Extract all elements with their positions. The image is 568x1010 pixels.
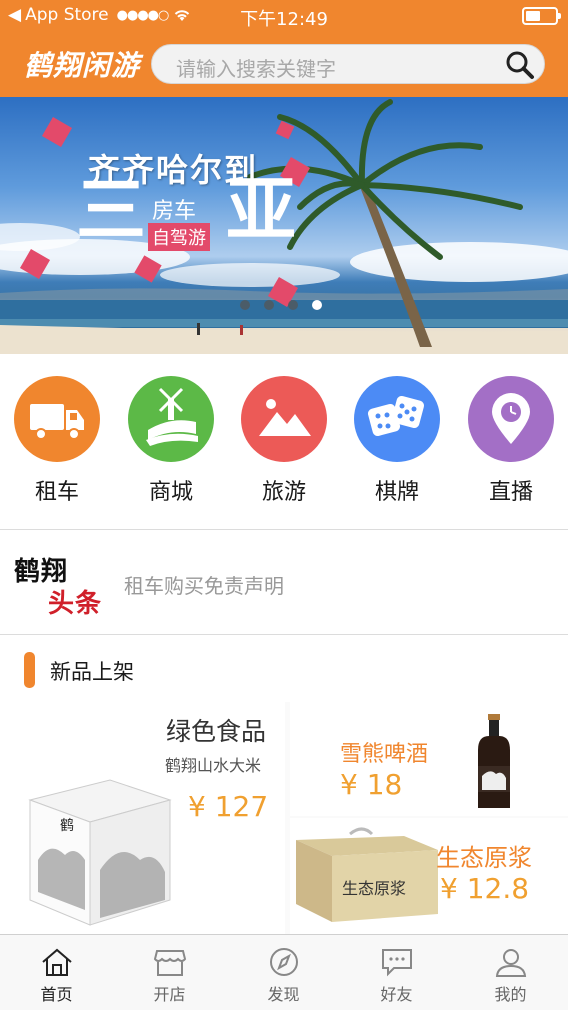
section-title: 新品上架 [50,660,134,684]
category-live[interactable]: 直播 [468,376,554,506]
category-label: 旅游 [261,480,306,505]
tab-open-shop[interactable]: 开店 [113,935,226,1010]
product-price: ¥ 12.8 [440,872,530,905]
windmill-field-icon [128,376,214,462]
tab-label: 好友 [380,985,413,1004]
user-icon [495,949,526,977]
product-title: 生态原浆 [436,844,532,872]
battery-icon [522,7,561,25]
search-input[interactable]: 请输入搜索关键字 [151,44,545,84]
tab-label: 首页 [40,985,73,1004]
product-grid: 鹤 绿色食品 鹤翔山水大米 ¥ 127 雪熊啤酒 ¥ 18 生态原浆 生态原浆 … [0,702,568,934]
category-grid: 租车 商城 旅游 棋牌 直播 [0,354,568,530]
app-screen: ◀ App Store ●●●●○ 下午12:49 鹤翔闲游 请输入搜索关键字 [0,0,568,1010]
svg-text:鹤: 鹤 [60,818,74,834]
category-label: 直播 [488,480,533,505]
product-price: ¥ 18 [340,768,403,801]
category-label: 棋牌 [374,480,419,505]
tab-label: 发现 [267,985,300,1004]
app-logo: 鹤翔闲游 [24,49,141,82]
pagination-dot[interactable] [240,300,250,310]
tab-friends[interactable]: 好友 [340,935,453,1010]
box-label: 生态原浆 [342,879,406,898]
rice-box-image: 鹤 [28,779,172,926]
banner-big-right: 亚 [226,169,296,251]
product-card-liquor[interactable]: 生态原浆 生态原浆 ¥ 12.8 [290,818,568,934]
banner-tag: 自驾游 [148,223,210,251]
shop-icon [153,950,186,976]
pagination-dot-active[interactable] [312,300,322,310]
top-bar: ◀ App Store ●●●●○ 下午12:49 鹤翔闲游 请输入搜索关键字 [0,0,568,97]
category-mall[interactable]: 商城 [128,376,214,506]
compass-icon [269,948,298,976]
category-travel[interactable]: 旅游 [241,376,327,506]
tab-label: 开店 [153,985,186,1004]
pagination-dot[interactable] [288,300,298,310]
product-price: ¥ 127 [188,790,269,823]
section-header: 新品上架 [0,636,568,702]
pagination-dot[interactable] [264,300,274,310]
chat-icon [381,949,412,977]
tab-home[interactable]: 首页 [0,935,113,1010]
section-accent-bar [24,652,35,688]
tab-mine[interactable]: 我的 [454,935,567,1010]
promo-banner[interactable]: 齐齐哈尔到 三 房车 自驾游 亚 [0,97,568,354]
status-bar: ◀ App Store ●●●●○ 下午12:49 [0,0,568,32]
banner-big-left: 三 [76,169,146,251]
product-subtitle: 鹤翔山水大米 [165,756,262,775]
status-time: 下午12:49 [240,9,328,30]
truck-icon [14,376,100,462]
home-icon [41,948,72,976]
news-headline[interactable]: 租车购买免责声明 [124,570,284,599]
category-label: 商城 [148,480,193,505]
tab-bar: 首页 开店 发现 好友 我的 [0,934,568,1010]
news-brand-bottom: 头条 [48,589,103,619]
category-label: 租车 [34,480,79,505]
banner-pagination[interactable] [240,300,322,310]
tab-label: 我的 [494,985,527,1004]
category-rent-car[interactable]: 租车 [14,376,100,506]
category-chess[interactable]: 棋牌 [354,376,440,506]
product-card-rice[interactable]: 鹤 绿色食品 鹤翔山水大米 ¥ 127 [0,702,285,934]
search-icon[interactable] [504,49,536,81]
dice-icon [354,376,440,462]
banner-mid-text: 房车 [152,199,197,224]
tab-discover[interactable]: 发现 [227,935,340,1010]
search-placeholder: 请输入搜索关键字 [176,57,336,81]
product-title: 雪熊啤酒 [340,742,429,767]
beer-bottle-image [478,714,510,808]
news-bar[interactable]: 鹤翔 头条 租车购买免责声明 [0,531,568,635]
location-clock-icon [468,376,554,462]
product-title: 绿色食品 [166,717,267,746]
liquor-box-image: 生态原浆 [296,827,438,922]
product-card-beer[interactable]: 雪熊啤酒 ¥ 18 [290,702,568,816]
mountain-icon [241,376,327,462]
